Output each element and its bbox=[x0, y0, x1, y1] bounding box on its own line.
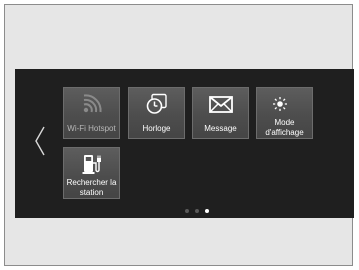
envelope-icon bbox=[193, 92, 248, 116]
clock-label: Horloge bbox=[142, 124, 171, 133]
sun-moon-icon bbox=[257, 92, 312, 116]
display-mode-button[interactable]: Mode d'affichage bbox=[256, 87, 313, 139]
message-label: Message bbox=[204, 124, 237, 133]
page-dot-active[interactable] bbox=[205, 209, 209, 213]
find-station-label-line2: station bbox=[79, 187, 104, 197]
find-station-button[interactable]: Rechercher la station bbox=[63, 147, 120, 199]
find-station-label-line1: Rechercher la bbox=[66, 178, 117, 187]
clock-button[interactable]: Horloge bbox=[128, 87, 185, 139]
charging-station-icon bbox=[64, 152, 119, 176]
page-dot[interactable] bbox=[185, 209, 189, 213]
wifi-hotspot-button[interactable]: Wi-Fi Hotspot bbox=[63, 87, 120, 139]
clock-icon bbox=[129, 92, 184, 116]
display-mode-label-line2: d'affichage bbox=[265, 127, 304, 137]
page-indicator bbox=[185, 209, 209, 213]
wifi-hotspot-label: Wi-Fi Hotspot bbox=[67, 124, 116, 133]
manual-illustration-frame: Wi-Fi Hotspot Horloge Message Mode d'aff… bbox=[4, 4, 354, 266]
chevron-left-icon[interactable] bbox=[33, 126, 47, 156]
home-screen: Wi-Fi Hotspot Horloge Message Mode d'aff… bbox=[15, 69, 354, 218]
message-button[interactable]: Message bbox=[192, 87, 249, 139]
display-mode-label-line1: Mode bbox=[274, 118, 295, 127]
wifi-icon bbox=[64, 92, 119, 116]
page-dot[interactable] bbox=[195, 209, 199, 213]
